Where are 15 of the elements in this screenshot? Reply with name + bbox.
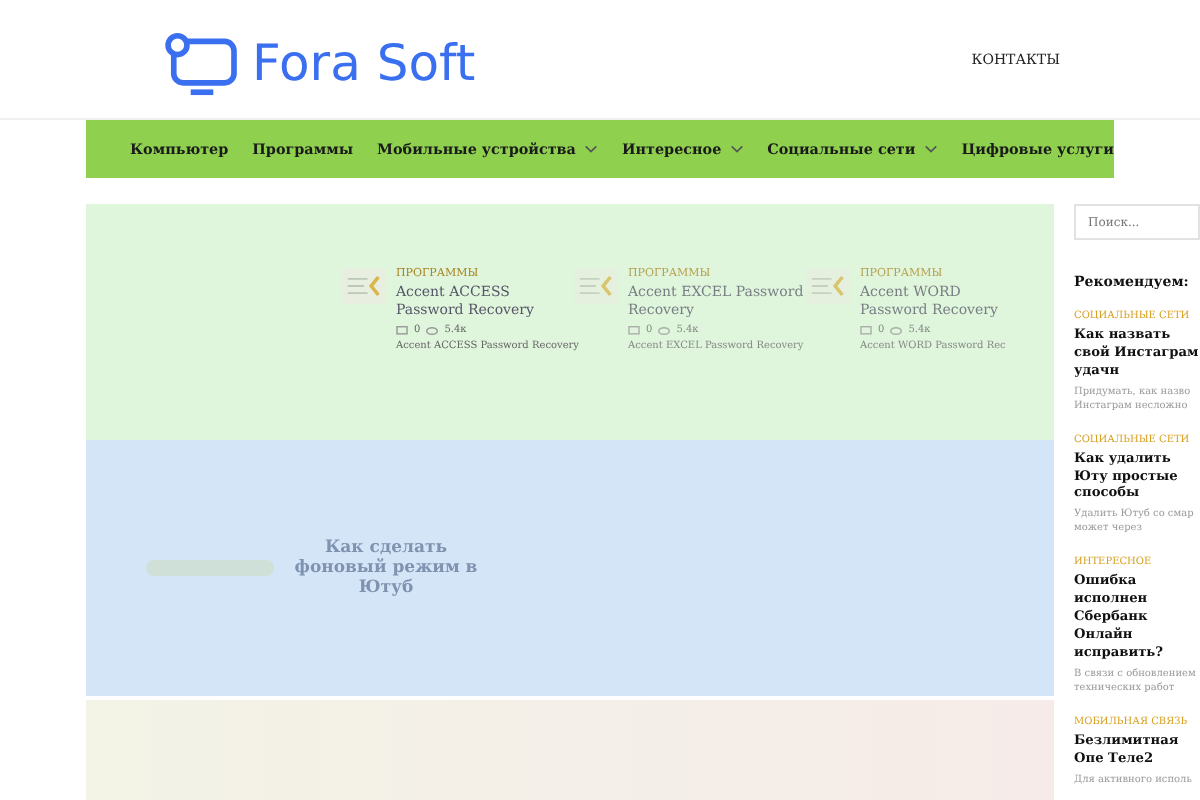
chevron-down-icon	[583, 144, 598, 154]
comment-icon	[628, 325, 640, 336]
feature-placeholder	[146, 560, 274, 576]
comment-icon	[396, 325, 408, 336]
eye-icon	[426, 325, 439, 336]
key-thumbnail-icon	[806, 268, 850, 304]
key-thumbnail-icon	[342, 268, 386, 304]
eye-icon	[890, 325, 903, 336]
logo-text[interactable]: Fora Soft	[252, 34, 476, 92]
chevron-down-icon	[729, 144, 744, 154]
comment-icon	[860, 325, 872, 336]
chevron-down-icon	[923, 144, 938, 154]
monitor-logo-icon	[164, 31, 240, 95]
eye-icon	[658, 325, 671, 336]
key-thumbnail-icon	[574, 268, 618, 304]
